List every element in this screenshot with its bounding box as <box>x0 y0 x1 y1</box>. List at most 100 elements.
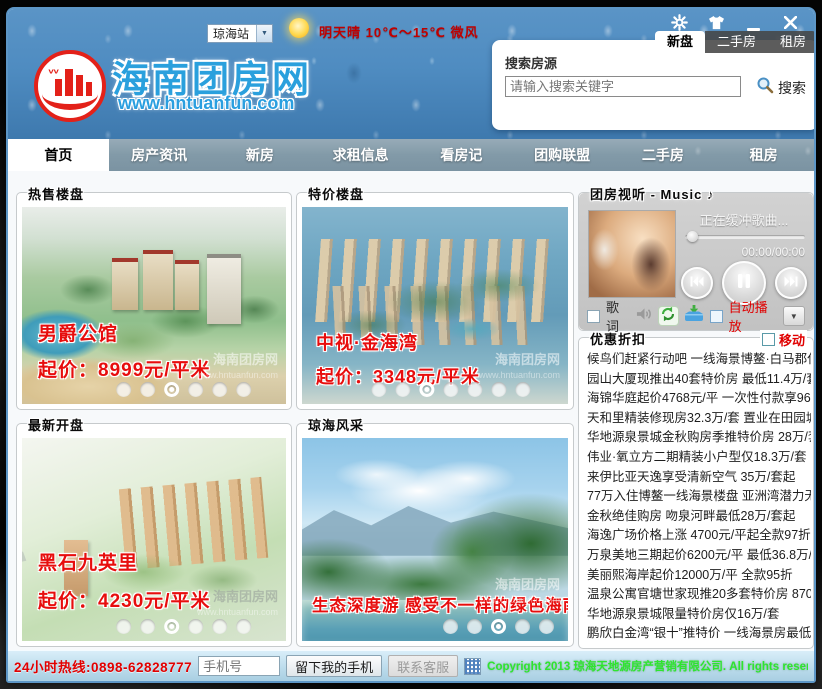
nav-group-buy[interactable]: 团购联盟 <box>512 139 613 171</box>
deal-item[interactable]: 鹏欣白金湾“银十”推特价 一线海景房最低 <box>587 624 811 644</box>
carousel-dot[interactable] <box>116 619 131 634</box>
special-price-carousel[interactable]: 中视·金海湾 起价：3348元/平米 海南团房网www.hntuanfun.co… <box>302 207 568 404</box>
deal-item[interactable]: 天和里精装修现房32.3万/套 置业在田园城市 <box>587 409 811 429</box>
carousel-dot[interactable] <box>164 619 179 634</box>
carousel-dot[interactable] <box>395 382 410 397</box>
carousel-dot[interactable] <box>419 382 434 397</box>
deal-item[interactable]: 候鸟们赶紧行动吧 一线海景博鳌·白马郡仅 <box>587 350 811 370</box>
contact-support-button[interactable]: 联系客服 <box>388 655 458 677</box>
deal-item[interactable]: 金秋绝佳购房 吻泉河畔最低28万/套起 <box>587 507 811 527</box>
deal-item[interactable]: 海逸广场价格上涨 4700元/平起全款97折 <box>587 526 811 546</box>
deal-item[interactable]: 华地源泉景城限量特价房仅16万/套 <box>587 605 811 625</box>
chevron-down-icon: ▼ <box>256 25 272 42</box>
album-art <box>588 210 676 298</box>
progress-bar[interactable] <box>685 235 805 239</box>
scenery-carousel[interactable]: 生态深度游 感受不一样的绿色海南 海南团房网www.hntuanfun.com <box>302 438 568 641</box>
search-button[interactable]: 搜索 <box>756 76 806 99</box>
copyright-text: Copyright 2013 琼海天地源房产营销有限公司. All rights… <box>487 658 808 674</box>
carousel-dot[interactable] <box>140 619 155 634</box>
carousel-dot[interactable] <box>491 619 506 634</box>
search-input[interactable] <box>505 76 741 97</box>
carousel-dot[interactable] <box>467 619 482 634</box>
share-mail-button[interactable] <box>684 307 704 325</box>
logo-building-bar <box>65 69 73 96</box>
carousel-dot[interactable] <box>164 382 179 397</box>
carousel-dot[interactable] <box>116 382 131 397</box>
nav-viewing-log[interactable]: 看房记 <box>411 139 512 171</box>
player-title: 团房视听 - Music ♪ <box>587 184 718 203</box>
carousel-dot[interactable] <box>212 619 227 634</box>
playlist-dropdown-button[interactable]: ▼ <box>783 306 805 326</box>
search-icon <box>756 76 774 99</box>
carousel-dot[interactable] <box>539 619 554 634</box>
carousel-dot[interactable] <box>443 382 458 397</box>
hot-sales-carousel[interactable]: 男爵公馆 起价：8999元/平米 海南团房网www.hntuanfun.com <box>22 207 286 404</box>
newest-openings-carousel[interactable]: 黑石九英里 起价：4230元/平米 海南团房网www.hntuanfun.com <box>22 438 286 641</box>
nav-home[interactable]: 首页 <box>8 139 109 171</box>
newest-openings-card: 最新开盘 黑石九英里 起价：4230元/平米 海南团房网www.hntuanfu… <box>16 423 292 647</box>
nav-rent[interactable]: 租房 <box>713 139 814 171</box>
nav-rent-info[interactable]: 求租信息 <box>310 139 411 171</box>
special-price-card: 特价楼盘 中视·金海湾 起价：3348元/平米 海南团房网www.hntuanf… <box>296 192 574 410</box>
nav-news[interactable]: 房产资讯 <box>109 139 210 171</box>
qr-code-icon[interactable] <box>464 658 481 675</box>
lyrics-checkbox[interactable] <box>587 310 600 323</box>
deals-title: 优惠折扣 <box>587 329 649 348</box>
deal-item[interactable]: 来伊比亚天逸享受清新空气 35万/套起 <box>587 468 811 488</box>
next-icon <box>784 274 798 292</box>
listing-name: 黑石九英里 <box>38 548 138 575</box>
deal-item[interactable]: 77万入住博鳌一线海景楼盘 亚洲湾潜力无限 <box>587 487 811 507</box>
carousel-dot[interactable] <box>467 382 482 397</box>
hotline-text: 24小时热线:0898-62828777 <box>14 656 192 676</box>
mail-download-icon <box>684 305 704 327</box>
player-status: 正在缓冲歌曲... <box>683 210 805 229</box>
deal-item[interactable]: 海锦华庭起价4768元/平 一次性付款享96折 <box>587 389 811 409</box>
search-tab-new[interactable]: 新盘 <box>655 31 705 53</box>
next-track-button[interactable] <box>775 267 807 299</box>
carousel-dot[interactable] <box>371 382 386 397</box>
logo-bridge-arc <box>42 94 98 110</box>
nav-secondhand[interactable]: 二手房 <box>613 139 714 171</box>
speaker-icon[interactable] <box>636 307 653 326</box>
deal-item[interactable]: 华地源泉景城金秋购房季推特价房 28万/套 <box>587 428 811 448</box>
deal-item[interactable]: 万泉美地三期起价6200元/平 最低36.8万/套 <box>587 546 811 566</box>
site-logo[interactable]: ᵛᵛ <box>34 50 106 122</box>
scenery-card: 琼海风采 生态深度游 感受不一样的绿色海南 海南团房网www.hntuanfun… <box>296 423 574 647</box>
city-station-value: 琼海站 <box>208 25 256 42</box>
carousel-dot[interactable] <box>212 382 227 397</box>
scroll-checkbox[interactable] <box>762 333 775 346</box>
submit-phone-button[interactable]: 留下我的手机 <box>286 655 382 677</box>
carousel-dot[interactable] <box>515 382 530 397</box>
nav-newhouse[interactable]: 新房 <box>210 139 311 171</box>
carousel-dot[interactable] <box>515 619 530 634</box>
previous-track-button[interactable] <box>681 267 713 299</box>
carousel-dot[interactable] <box>188 619 203 634</box>
phone-input[interactable] <box>198 656 280 676</box>
logo-building-bar <box>76 75 83 96</box>
carousel-dot[interactable] <box>491 382 506 397</box>
play-time: 00:00/00:00 <box>683 245 805 259</box>
carousel-dot[interactable] <box>140 382 155 397</box>
scroll-label[interactable]: 移动 <box>779 330 805 349</box>
media-player-card: 团房视听 - Music ♪ 正在缓冲歌曲... 00:00/00:00 歌词 <box>578 192 814 331</box>
photo-decor <box>143 250 173 310</box>
autoplay-checkbox[interactable] <box>710 310 723 323</box>
carousel-dots <box>116 382 251 397</box>
city-station-select[interactable]: 琼海站 ▼ <box>207 24 273 43</box>
deal-item[interactable]: 园山大厦现推出40套特价房 最低11.4万/套 <box>587 370 811 390</box>
search-tab-rent[interactable]: 租房 <box>768 31 816 53</box>
carousel-dot[interactable] <box>188 382 203 397</box>
listing-name: 男爵公馆 <box>38 319 118 346</box>
refresh-button[interactable] <box>659 307 678 325</box>
carousel-dots <box>443 619 554 634</box>
site-url[interactable]: www.hntuanfun.com <box>118 93 294 114</box>
progress-knob[interactable] <box>687 231 698 242</box>
carousel-dot[interactable] <box>236 619 251 634</box>
deal-item[interactable]: 伟业·氧立方二期精装小户型仅18.3万/套 <box>587 448 811 468</box>
carousel-dot[interactable] <box>443 619 458 634</box>
search-tab-secondhand[interactable]: 二手房 <box>705 31 768 53</box>
deal-item[interactable]: 美丽熙海岸起价12000万/平 全款95折 <box>587 566 811 586</box>
carousel-dot[interactable] <box>236 382 251 397</box>
listing-name: 中视·金海湾 <box>316 329 418 355</box>
deal-item[interactable]: 温泉公寓官塘世家现推20多套特价房 8700元 <box>587 585 811 605</box>
